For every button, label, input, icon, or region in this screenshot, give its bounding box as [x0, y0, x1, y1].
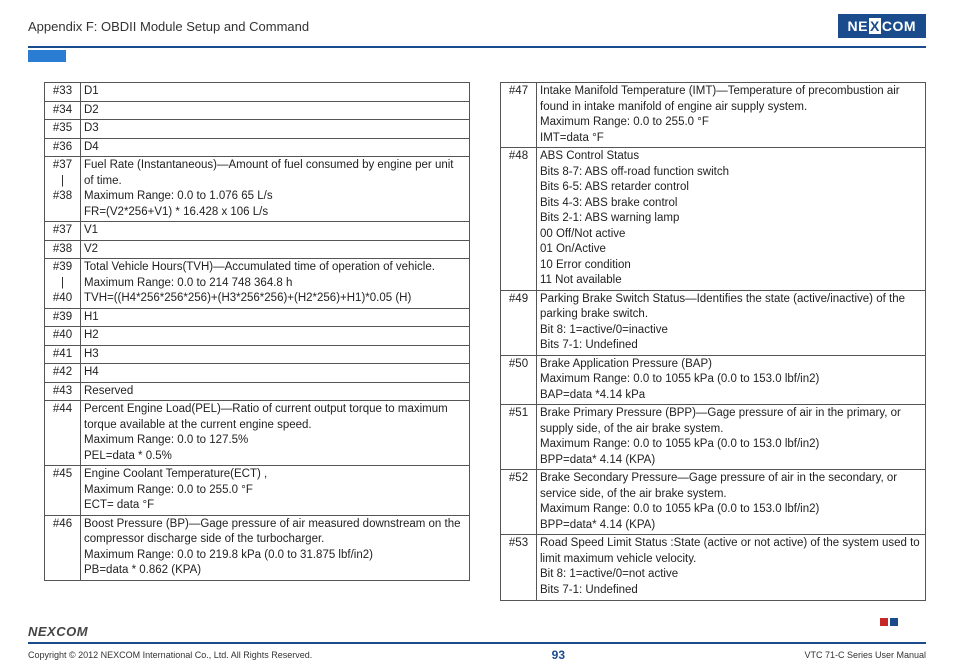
- row-id: #52: [501, 470, 537, 535]
- row-id: #37: [45, 222, 81, 241]
- table-row: #51Brake Primary Pressure (BPP)—Gage pre…: [501, 405, 926, 470]
- row-content: D1: [81, 83, 470, 102]
- row-content: V1: [81, 222, 470, 241]
- row-id: #34: [45, 101, 81, 120]
- row-content: Engine Coolant Temperature(ECT) ,Maximum…: [81, 466, 470, 516]
- right-column: #47Intake Manifold Temperature (IMT)—Tem…: [500, 82, 926, 601]
- table-row: #39H1: [45, 308, 470, 327]
- footer-copyright: Copyright © 2012 NEXCOM International Co…: [28, 650, 312, 660]
- row-id: #33: [45, 83, 81, 102]
- row-content: D3: [81, 120, 470, 139]
- table-row: #46Boost Pressure (BP)—Gage pressure of …: [45, 515, 470, 580]
- row-id: #45: [45, 466, 81, 516]
- row-id: #42: [45, 364, 81, 383]
- table-row: #50Brake Application Pressure (BAP)Maxim…: [501, 355, 926, 405]
- row-id: #48: [501, 148, 537, 291]
- row-id: #35: [45, 120, 81, 139]
- header-title: Appendix F: OBDII Module Setup and Comma…: [28, 19, 309, 34]
- table-row: #40H2: [45, 327, 470, 346]
- row-content: Brake Application Pressure (BAP)Maximum …: [537, 355, 926, 405]
- header-tab-mark: [28, 50, 66, 62]
- row-id: #38: [45, 240, 81, 259]
- row-content: Road Speed Limit Status :State (active o…: [537, 535, 926, 600]
- row-content: Total Vehicle Hours(TVH)—Accumulated tim…: [81, 259, 470, 309]
- row-content: Reserved: [81, 382, 470, 401]
- footer-manual: VTC 71-C Series User Manual: [804, 650, 926, 660]
- row-content: Brake Secondary Pressure—Gage pressure o…: [537, 470, 926, 535]
- row-id: #39|#40: [45, 259, 81, 309]
- row-content: Fuel Rate (Instantaneous)—Amount of fuel…: [81, 157, 470, 222]
- row-content: D2: [81, 101, 470, 120]
- table-row: #47Intake Manifold Temperature (IMT)—Tem…: [501, 83, 926, 148]
- left-table: #33D1#34D2#35D3#36D4#37|#38Fuel Rate (In…: [44, 82, 470, 581]
- row-content: Brake Primary Pressure (BPP)—Gage pressu…: [537, 405, 926, 470]
- nexcom-logo: NEXCOM: [838, 14, 926, 38]
- page-header: Appendix F: OBDII Module Setup and Comma…: [0, 0, 954, 44]
- row-id: #50: [501, 355, 537, 405]
- row-id: #36: [45, 138, 81, 157]
- row-content: ABS Control StatusBits 8-7: ABS off-road…: [537, 148, 926, 291]
- left-column: #33D1#34D2#35D3#36D4#37|#38Fuel Rate (In…: [44, 82, 470, 601]
- right-table: #47Intake Manifold Temperature (IMT)—Tem…: [500, 82, 926, 601]
- table-row: #36D4: [45, 138, 470, 157]
- mark-blue: [890, 618, 898, 626]
- row-id: #41: [45, 345, 81, 364]
- footer-color-marks: [880, 618, 898, 626]
- table-row: #48ABS Control StatusBits 8-7: ABS off-r…: [501, 148, 926, 291]
- mark-red: [880, 618, 888, 626]
- table-row: #43Reserved: [45, 382, 470, 401]
- table-row: #42H4: [45, 364, 470, 383]
- row-id: #44: [45, 401, 81, 466]
- content-area: #33D1#34D2#35D3#36D4#37|#38Fuel Rate (In…: [0, 62, 954, 601]
- row-id: #47: [501, 83, 537, 148]
- row-content: D4: [81, 138, 470, 157]
- footer-rule: [28, 642, 926, 644]
- row-content: H3: [81, 345, 470, 364]
- row-content: Boost Pressure (BP)—Gage pressure of air…: [81, 515, 470, 580]
- page-footer: NEXCOM Copyright © 2012 NEXCOM Internati…: [0, 624, 954, 662]
- logo-left: NE: [848, 18, 868, 34]
- logo-right: COM: [882, 18, 916, 34]
- table-row: #53Road Speed Limit Status :State (activ…: [501, 535, 926, 600]
- row-id: #51: [501, 405, 537, 470]
- row-content: H4: [81, 364, 470, 383]
- row-content: Percent Engine Load(PEL)—Ratio of curren…: [81, 401, 470, 466]
- page-number: 93: [552, 648, 565, 662]
- table-row: #37|#38Fuel Rate (Instantaneous)—Amount …: [45, 157, 470, 222]
- row-id: #40: [45, 327, 81, 346]
- row-id: #43: [45, 382, 81, 401]
- row-id: #49: [501, 290, 537, 355]
- row-content: Parking Brake Switch Status—Identifies t…: [537, 290, 926, 355]
- row-content: Intake Manifold Temperature (IMT)—Temper…: [537, 83, 926, 148]
- row-content: H1: [81, 308, 470, 327]
- footer-brand: NEXCOM: [28, 624, 926, 639]
- table-row: #45Engine Coolant Temperature(ECT) ,Maxi…: [45, 466, 470, 516]
- table-row: #34D2: [45, 101, 470, 120]
- table-row: #44Percent Engine Load(PEL)—Ratio of cur…: [45, 401, 470, 466]
- table-row: #41H3: [45, 345, 470, 364]
- table-row: #39|#40Total Vehicle Hours(TVH)—Accumula…: [45, 259, 470, 309]
- table-row: #35D3: [45, 120, 470, 139]
- row-content: H2: [81, 327, 470, 346]
- table-row: #33D1: [45, 83, 470, 102]
- table-row: #49Parking Brake Switch Status—Identifie…: [501, 290, 926, 355]
- header-rule: [28, 46, 926, 48]
- row-id: #39: [45, 308, 81, 327]
- table-row: #52Brake Secondary Pressure—Gage pressur…: [501, 470, 926, 535]
- logo-mid: X: [869, 18, 881, 34]
- row-id: #37|#38: [45, 157, 81, 222]
- row-content: V2: [81, 240, 470, 259]
- table-row: #38V2: [45, 240, 470, 259]
- row-id: #46: [45, 515, 81, 580]
- row-id: #53: [501, 535, 537, 600]
- table-row: #37V1: [45, 222, 470, 241]
